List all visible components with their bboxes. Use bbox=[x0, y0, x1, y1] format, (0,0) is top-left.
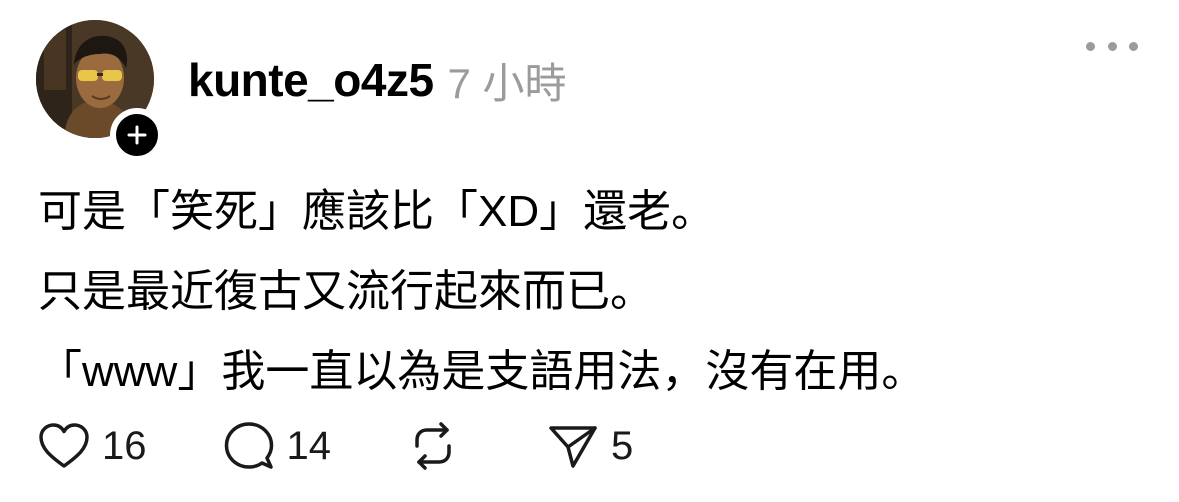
post-action-bar: 16 14 5 bbox=[38, 416, 633, 476]
more-dot-icon bbox=[1086, 41, 1095, 51]
post-body: 可是「笑死」應該比「XD」還老。 只是最近復古又流行起來而已。 「www」我一直… bbox=[38, 172, 1158, 412]
more-dot-icon bbox=[1107, 41, 1117, 51]
post-text-line: 只是最近復古又流行起來而已。 bbox=[38, 267, 654, 316]
more-options-button[interactable] bbox=[1086, 36, 1138, 56]
post-text-line: 可是「笑死」應該比「XD」還老。 bbox=[38, 187, 716, 236]
share-count: 5 bbox=[611, 423, 634, 468]
author-avatar-container[interactable] bbox=[36, 20, 164, 162]
more-dot-icon bbox=[1129, 41, 1138, 51]
heart-icon bbox=[39, 423, 89, 468]
share-button[interactable]: 5 bbox=[547, 420, 633, 472]
follow-button[interactable] bbox=[110, 108, 164, 162]
repost-button[interactable] bbox=[407, 420, 471, 472]
like-count: 16 bbox=[102, 423, 147, 468]
post-text-line: 「www」我一直以為是支語用法，沒有在用。 bbox=[38, 347, 926, 396]
comment-icon bbox=[224, 422, 273, 469]
send-icon bbox=[549, 426, 597, 468]
like-button[interactable]: 16 bbox=[38, 422, 147, 470]
comment-count: 14 bbox=[286, 423, 332, 468]
post-header: kunte_o4z5 7 小時 bbox=[188, 52, 567, 108]
username-link[interactable]: kunte_o4z5 bbox=[188, 53, 434, 107]
plus-icon bbox=[127, 125, 147, 145]
comment-button[interactable]: 14 bbox=[223, 420, 332, 472]
post-timestamp: 7 小時 bbox=[447, 59, 567, 107]
repost-icon bbox=[415, 422, 451, 470]
